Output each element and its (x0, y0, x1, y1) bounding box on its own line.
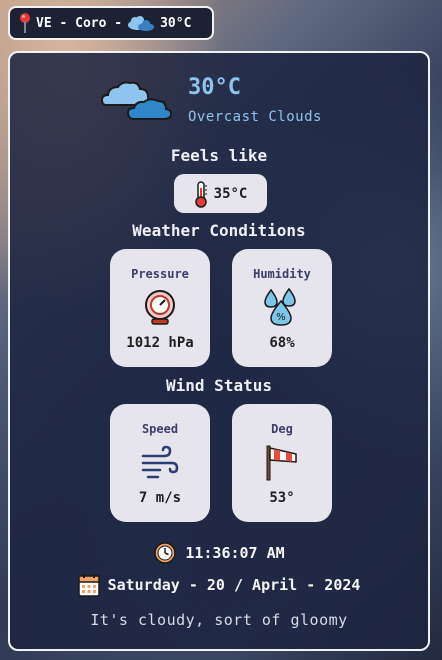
current-time: 11:36:07 AM (185, 544, 285, 562)
wind-direction-label: Deg (271, 422, 293, 436)
cloud-icon (128, 16, 155, 31)
current-date: Saturday - 20 / April - 2024 (107, 576, 361, 594)
humidity-value: 68% (269, 335, 295, 351)
humidity-card: Humidity % 68% (232, 249, 332, 367)
wind-direction-value: 53° (269, 490, 295, 506)
current-temperature: 30°C (188, 75, 241, 100)
pressure-card: Pressure 1012 hPa (110, 249, 210, 367)
time-line: 11:36:07 AM (10, 541, 428, 565)
conditions-heading: Weather Conditions (132, 221, 306, 240)
location-bar: VE - Coro - 30°C (8, 6, 214, 40)
wind-speed-label: Speed (141, 422, 179, 436)
calendar-icon (77, 574, 100, 597)
topbar-temperature: 30°C (160, 15, 192, 31)
pressure-label: Pressure (131, 267, 189, 281)
weather-panel: 30°C Overcast Clouds Feels like 35°C Wea… (8, 51, 430, 651)
weather-message: It's cloudy, sort of gloomy (90, 611, 348, 629)
location-pin-icon (20, 13, 30, 33)
thermometer-icon (194, 180, 207, 208)
cloud-icon (100, 81, 173, 120)
svg-text:%: % (276, 312, 286, 323)
wind-speed-card: Speed 7 m/s (110, 404, 210, 522)
weather-description: Overcast Clouds (188, 109, 322, 125)
windsock-icon (266, 445, 297, 481)
clock-icon (154, 542, 177, 564)
location-text: VE - Coro - (36, 15, 123, 31)
date-line: Saturday - 20 / April - 2024 (10, 573, 428, 597)
humidity-drops-icon: % (264, 287, 296, 326)
feels-like-heading: Feels like (170, 146, 268, 165)
humidity-label: Humidity (253, 267, 311, 281)
wind-direction-card: Deg 53° (232, 404, 332, 522)
pressure-value: 1012 hPa (126, 335, 194, 351)
feels-like-value: 35°C (213, 185, 248, 202)
feels-like-box: 35°C (174, 174, 267, 213)
pressure-gauge-icon (145, 290, 175, 325)
wind-heading: Wind Status (166, 376, 272, 395)
wind-speed-value: 7 m/s (138, 490, 182, 506)
wind-icon (141, 445, 179, 479)
